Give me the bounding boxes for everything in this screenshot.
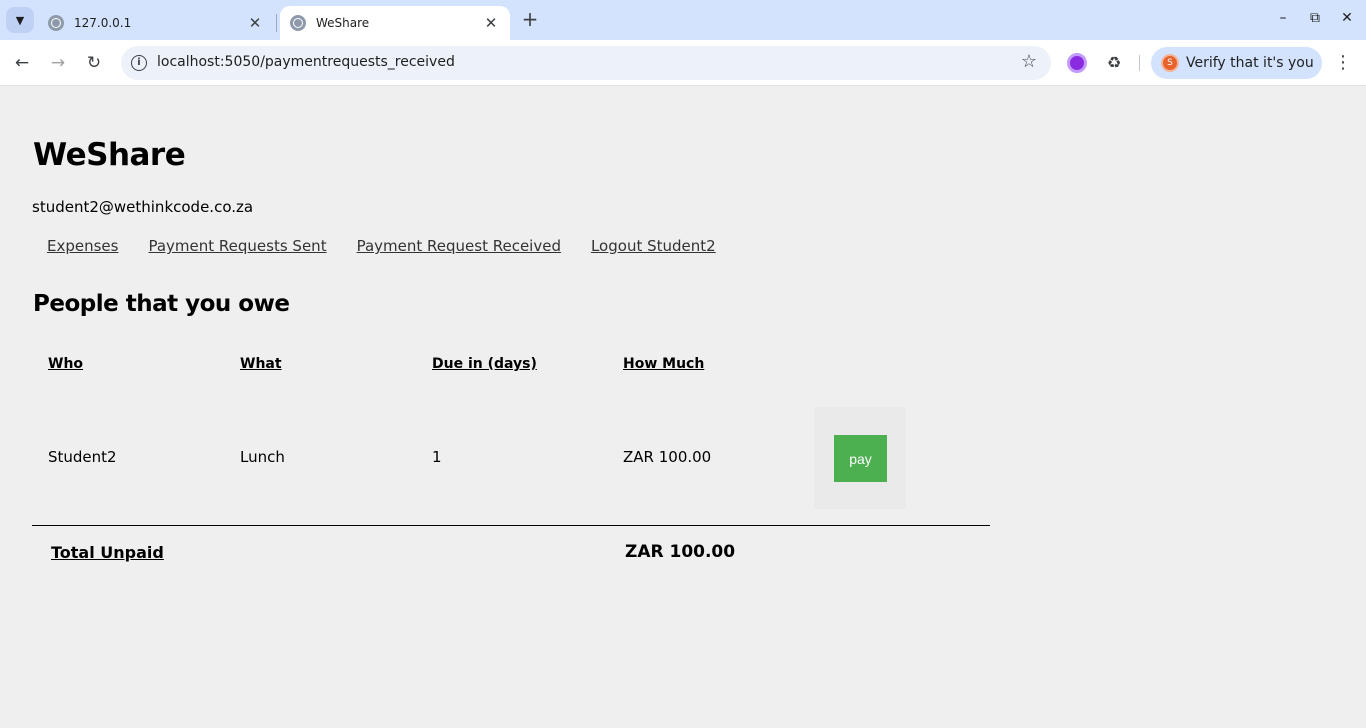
- toolbar-divider: [1139, 55, 1140, 71]
- avatar: S: [1161, 54, 1179, 72]
- browser-menu-icon[interactable]: ⋮: [1334, 51, 1352, 75]
- pay-button[interactable]: pay: [834, 435, 887, 482]
- profile-label: Verify that it's you: [1186, 55, 1314, 71]
- table-divider: [32, 525, 990, 526]
- column-header-amount: How Much: [623, 356, 705, 372]
- restore-icon[interactable]: ⧉: [1305, 10, 1325, 30]
- tab-title: WeShare: [316, 16, 370, 30]
- tab-separator: [276, 14, 277, 32]
- cell-amount: ZAR 100.00: [623, 448, 712, 466]
- address-bar[interactable]: i localhost:5050/paymentrequests_receive…: [121, 46, 1051, 80]
- total-unpaid-label: Total Unpaid: [51, 543, 164, 562]
- nav-link-payment-requests-sent[interactable]: Payment Requests Sent: [148, 237, 326, 255]
- cell-who: Student2: [48, 448, 117, 466]
- section-title: People that you owe: [33, 291, 290, 317]
- column-header-what: What: [240, 356, 282, 372]
- app-title: WeShare: [33, 137, 186, 173]
- total-unpaid-value: ZAR 100.00: [625, 542, 736, 562]
- reload-icon[interactable]: ↻: [82, 51, 106, 75]
- tab-search-chevron-icon[interactable]: ▼: [6, 7, 34, 33]
- column-header-due: Due in (days): [432, 356, 537, 372]
- browser-toolbar: ← → ↻ i localhost:5050/paymentrequests_r…: [0, 40, 1366, 86]
- page-content: WeShare student2@wethinkcode.co.za Expen…: [0, 87, 1366, 728]
- cell-action: pay: [814, 407, 906, 509]
- back-arrow-icon[interactable]: ←: [10, 51, 34, 75]
- minimize-icon[interactable]: –: [1273, 10, 1293, 30]
- close-window-icon[interactable]: ✕: [1337, 10, 1357, 30]
- extension-icon[interactable]: [1067, 53, 1087, 73]
- browser-tab-weshare[interactable]: WeShare ✕: [280, 6, 510, 40]
- cell-what: Lunch: [240, 448, 285, 466]
- main-nav: Expenses Payment Requests Sent Payment R…: [47, 237, 716, 255]
- globe-icon: [290, 15, 306, 31]
- cell-due: 1: [432, 448, 442, 466]
- close-tab-icon[interactable]: ✕: [246, 14, 264, 32]
- address-bar-url[interactable]: localhost:5050/paymentrequests_received: [157, 54, 455, 70]
- tab-title: 127.0.0.1: [74, 16, 132, 30]
- site-info-icon[interactable]: i: [131, 55, 147, 71]
- nav-link-expenses[interactable]: Expenses: [47, 237, 118, 255]
- new-tab-plus-icon[interactable]: +: [518, 8, 542, 32]
- profile-verify-button[interactable]: S Verify that it's you: [1151, 47, 1322, 79]
- globe-icon: [48, 15, 64, 31]
- bookmark-star-icon[interactable]: ☆: [1021, 51, 1037, 72]
- forward-arrow-icon[interactable]: →: [46, 51, 70, 75]
- nav-link-logout[interactable]: Logout Student2: [591, 237, 716, 255]
- extensions-puzzle-icon[interactable]: ♻: [1104, 53, 1124, 73]
- nav-link-payment-request-received[interactable]: Payment Request Received: [357, 237, 561, 255]
- user-email: student2@wethinkcode.co.za: [32, 198, 254, 216]
- browser-tab-localhost[interactable]: 127.0.0.1 ✕: [38, 6, 274, 40]
- browser-tab-strip: ▼ 127.0.0.1 ✕ WeShare ✕ + – ⧉ ✕: [0, 0, 1366, 40]
- column-header-who: Who: [48, 356, 84, 372]
- close-tab-icon[interactable]: ✕: [482, 14, 500, 32]
